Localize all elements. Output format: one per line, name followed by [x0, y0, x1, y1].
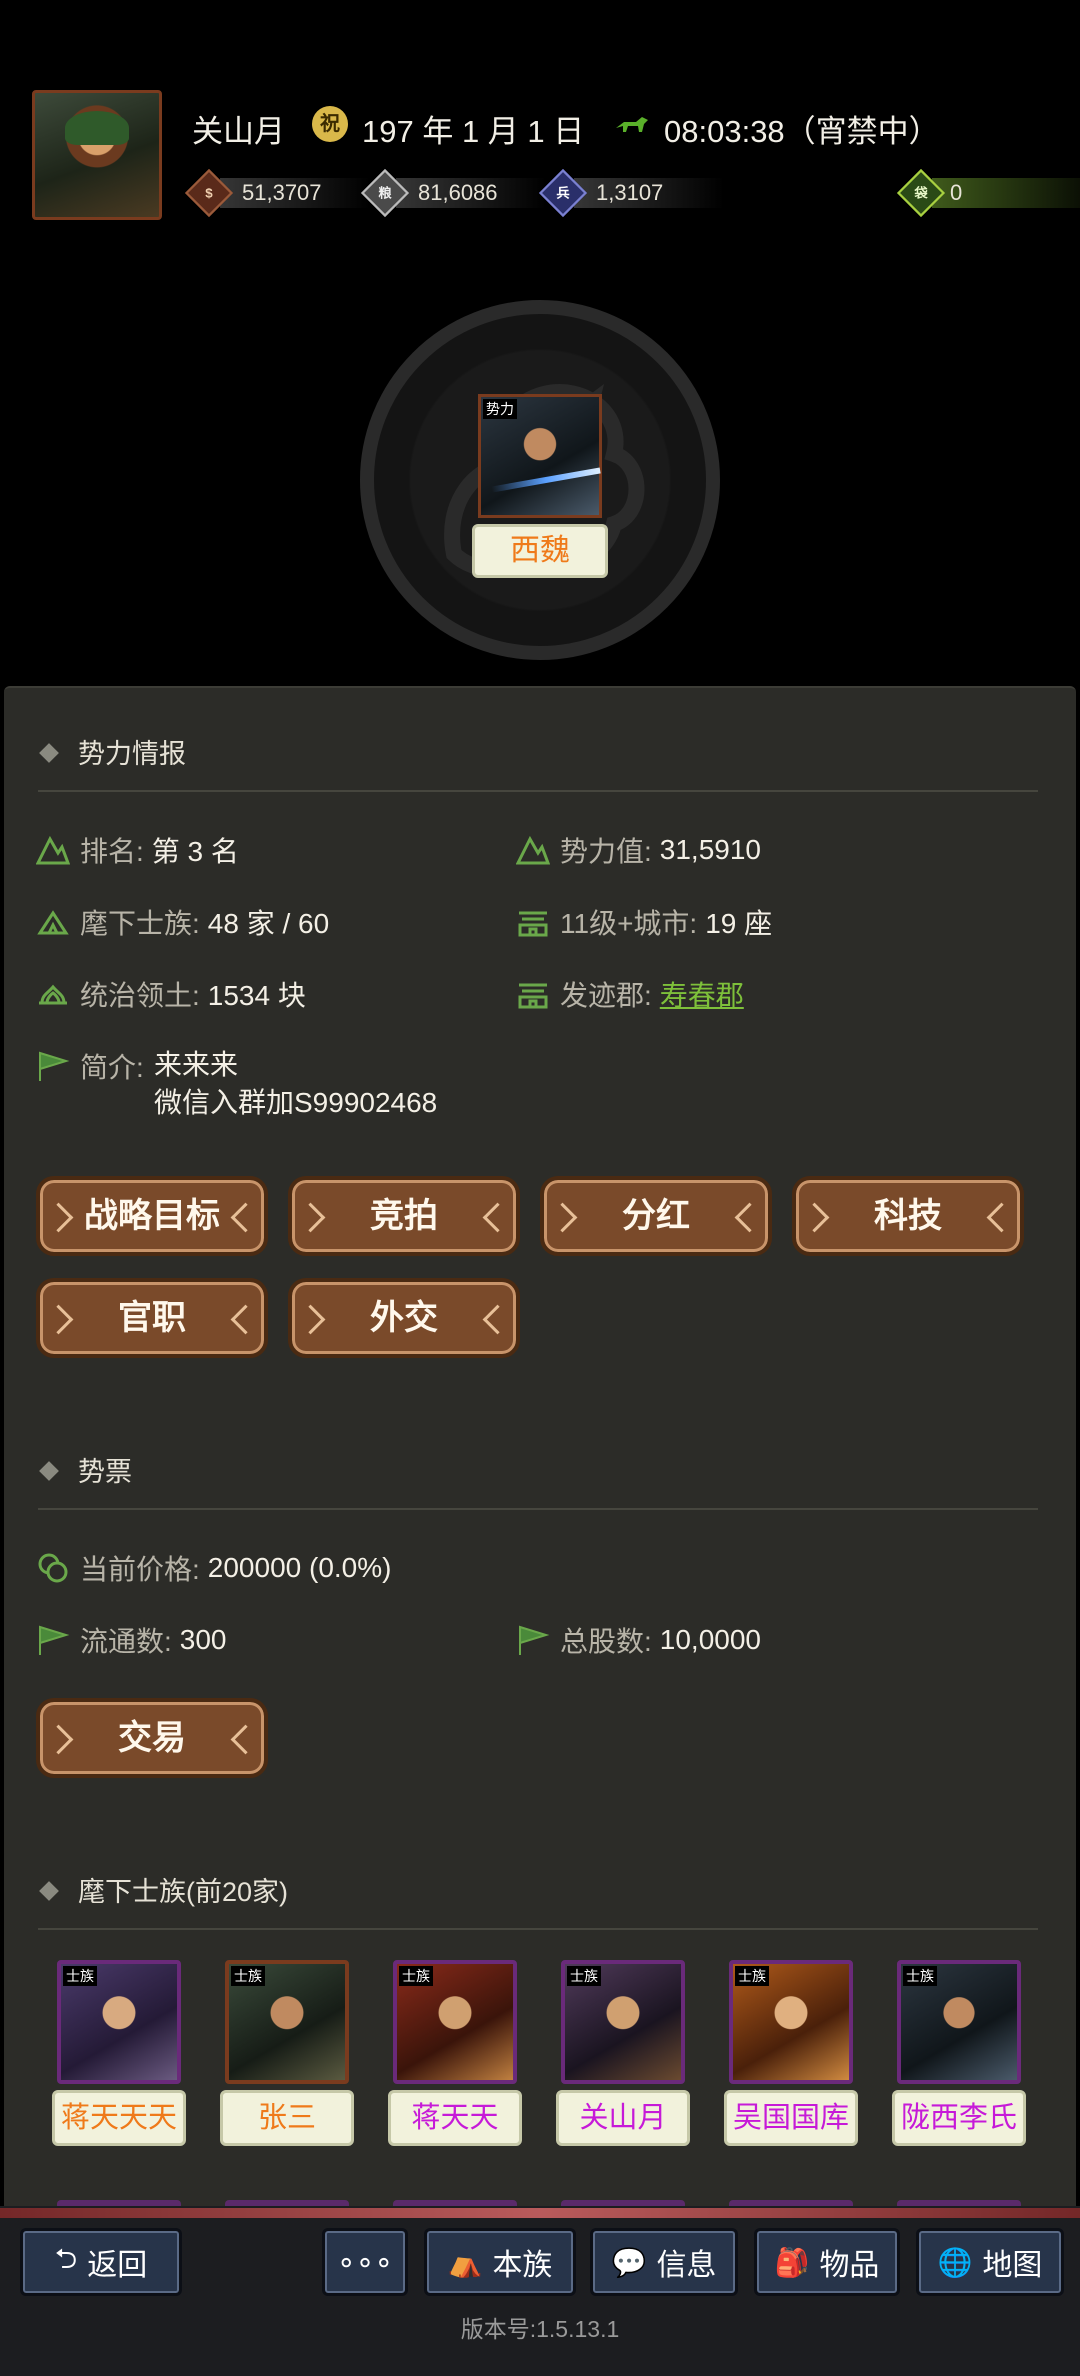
troop-icon: 兵	[538, 168, 588, 218]
clan-avatar: 士族	[225, 1960, 349, 2084]
clan-name: 关山月	[556, 2090, 690, 2146]
clans-value: 48 家 / 60	[207, 908, 330, 939]
dividend-button[interactable]: 分红	[540, 1176, 772, 1256]
clan-avatar: 士族	[897, 1960, 1021, 2084]
clan-card[interactable]: 士族 关山月	[556, 1960, 690, 2146]
rank-row: 排名: 第 3 名	[36, 830, 239, 870]
clan-avatar: 士族	[393, 1960, 517, 2084]
mountain-icon	[516, 835, 550, 865]
official-post-button[interactable]: 官职	[36, 1278, 268, 1358]
globe-icon: 🌐	[937, 2246, 973, 2278]
clan-avatar: 士族	[729, 1960, 853, 2084]
city-gate-icon	[518, 983, 548, 1009]
divider	[38, 1928, 1038, 1930]
power-value: 31,5910	[659, 834, 761, 865]
circulating-value: 300	[179, 1624, 227, 1655]
intro-line-2: 微信入群加S99902468	[154, 1087, 438, 1118]
technology-button[interactable]: 科技	[792, 1176, 1024, 1256]
top-bar: 关山月 祝 197 年 1 月 1 日 08:03:38（宵禁中） $ 51,3…	[0, 0, 1080, 240]
mountain-icon	[36, 835, 70, 865]
territory-row: 统治领土: 1534 块	[36, 974, 306, 1014]
territory-value: 1534 块	[207, 980, 306, 1011]
clan-name: 吴国国库	[724, 2090, 858, 2146]
divider	[38, 790, 1038, 792]
clans-row: 麾下士族: 48 家 / 60	[36, 902, 329, 942]
back-arrow-icon: ⮌	[54, 2243, 78, 2274]
clan-name: 蒋天天天	[52, 2090, 186, 2146]
flag-icon	[39, 1625, 70, 1655]
items-icon: 🎒	[774, 2246, 810, 2278]
grain-icon: 粮	[360, 168, 410, 218]
section-title-clans: 麾下士族(前20家)	[39, 1870, 288, 1909]
divider	[38, 1508, 1038, 1510]
section-title-power-info: 势力情报	[39, 732, 186, 771]
troop-value: 1,3107	[596, 180, 664, 205]
game-time: 08:03:38（宵禁中）	[664, 114, 940, 149]
clan-card[interactable]: 士族 张三	[220, 1960, 354, 2146]
price-value: 200000 (0.0%)	[207, 1552, 392, 1583]
game-date: 197 年 1 月 1 日	[362, 114, 585, 149]
rank-value: 第 3 名	[151, 836, 239, 867]
grain-value: 81,6086	[418, 180, 498, 205]
auction-button[interactable]: 竞拍	[288, 1176, 520, 1256]
clan-name: 蒋天天	[388, 2090, 522, 2146]
chat-bubble-icon: 💬	[611, 2246, 647, 2278]
section-title-stock: 势票	[39, 1450, 132, 1489]
back-button[interactable]: ⮌ 返回	[20, 2228, 182, 2296]
clan-name: 张三	[220, 2090, 354, 2146]
more-button[interactable]: ∘∘∘	[322, 2228, 408, 2296]
version-label: 版本号:1.5.13.1	[460, 2316, 620, 2342]
faction-leader-avatar[interactable]: 势力	[478, 394, 602, 518]
player-name: 关山月	[192, 114, 285, 149]
intro-line-1: 来来来	[154, 1049, 239, 1080]
origin-commandery-link[interactable]: 寿春郡	[660, 974, 744, 1014]
coin-value: 51,3707	[242, 180, 322, 205]
bag-value: 0	[950, 180, 963, 205]
trade-button[interactable]: 交易	[36, 1698, 268, 1778]
horse-icon	[616, 117, 648, 132]
diamond-bullet-icon	[39, 742, 59, 763]
tent-icon: ⛺	[447, 2246, 483, 2278]
price-row: 当前价格: 200000 (0.0%)	[36, 1548, 391, 1588]
cities-row: 11级+城市: 19 座	[516, 902, 772, 942]
items-tab-button[interactable]: 🎒 物品	[754, 2228, 900, 2296]
clan-card[interactable]: 士族 陇西李氏	[892, 1960, 1026, 2146]
faction-name[interactable]: 西魏	[472, 524, 608, 578]
cities-value: 19 座	[705, 908, 773, 939]
clan-card[interactable]: 士族 蒋天天	[388, 1960, 522, 2146]
map-tab-button[interactable]: 🌐 地图	[916, 2228, 1064, 2296]
clan-card[interactable]: 士族 吴国国库	[724, 1960, 858, 2146]
city-gate-icon	[518, 911, 548, 937]
clan-name: 陇西李氏	[892, 2090, 1026, 2146]
lotus-icon	[39, 984, 67, 1005]
flag-icon	[519, 1625, 550, 1655]
info-tab-button[interactable]: 💬 信息	[590, 2228, 738, 2296]
clan-avatar: 士族	[57, 1960, 181, 2084]
total-shares-row: 总股数: 10,0000	[516, 1620, 761, 1660]
more-dots-icon: ∘∘∘	[336, 2245, 394, 2279]
coin-icon	[38, 1553, 68, 1583]
diamond-bullet-icon	[39, 1880, 59, 1901]
diplomacy-button[interactable]: 外交	[288, 1278, 520, 1358]
player-avatar[interactable]	[32, 90, 162, 220]
total-shares-value: 10,0000	[659, 1624, 761, 1655]
power-row: 势力值: 31,5910	[516, 830, 761, 870]
strategy-goal-button[interactable]: 战略目标	[36, 1176, 268, 1256]
intro-row: 简介:	[36, 1046, 144, 1086]
diamond-bullet-icon	[39, 1460, 59, 1481]
calendar-icon: 祝	[312, 106, 348, 142]
bag-icon: 袋	[896, 168, 946, 218]
clan-avatar: 士族	[561, 1960, 685, 2084]
clan-tab-button[interactable]: ⛺ 本族	[424, 2228, 576, 2296]
flag-icon	[39, 1051, 70, 1081]
circulating-row: 流通数: 300	[36, 1620, 227, 1660]
tent-icon	[37, 910, 69, 935]
origin-row: 发迹郡: 寿春郡	[516, 974, 744, 1014]
faction-tag: 势力	[483, 399, 517, 419]
coin-icon: $	[184, 168, 234, 218]
clan-card[interactable]: 士族 蒋天天天	[52, 1960, 186, 2146]
